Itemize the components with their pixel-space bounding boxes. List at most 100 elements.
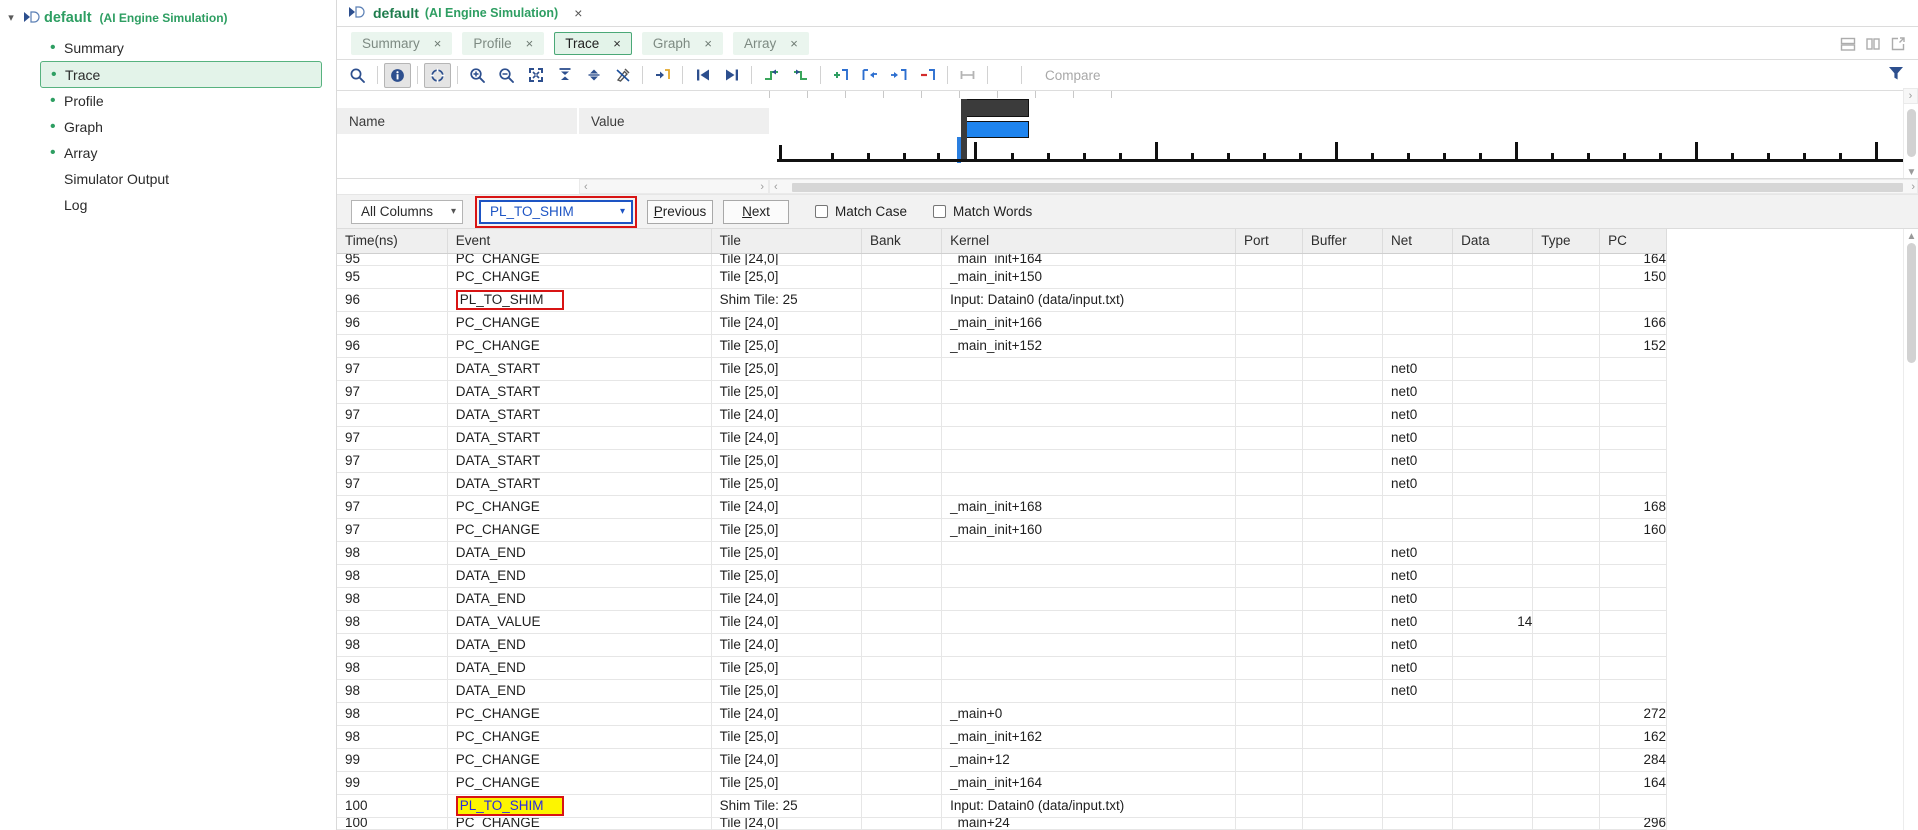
close-icon[interactable]: ×	[790, 36, 798, 51]
next-edge-icon[interactable]	[787, 63, 814, 88]
chevron-up-icon[interactable]: ▲	[1904, 229, 1918, 243]
close-icon[interactable]: ×	[704, 36, 712, 51]
table-row[interactable]: 98 PC_CHANGE Tile [24,0] _main+0 272	[337, 702, 1667, 726]
chevron-down-icon[interactable]: ▼	[1904, 165, 1918, 178]
zoom-out-icon[interactable]	[493, 63, 520, 88]
column-header-net[interactable]: Net	[1382, 229, 1454, 254]
table-row[interactable]: 96 PC_CHANGE Tile [25,0] _main_init+152 152	[337, 334, 1667, 358]
column-scope-dropdown[interactable]: All Columns ▾	[351, 199, 463, 224]
goto-marker-icon[interactable]	[649, 63, 676, 88]
table-row[interactable]: 96 PC_CHANGE Tile [24,0] _main_init+166 166	[337, 311, 1667, 335]
table-row[interactable]: 97 DATA_START Tile [25,0] net0	[337, 472, 1667, 496]
collapse-rows-icon[interactable]	[551, 63, 578, 88]
column-header-tile[interactable]: Tile	[711, 229, 862, 254]
waveform-column-value[interactable]: Value	[579, 108, 769, 134]
previous-edge-icon[interactable]	[758, 63, 785, 88]
chevron-left-icon[interactable]: ‹	[774, 181, 778, 193]
sidebar-item-log[interactable]: • Log	[40, 192, 322, 218]
tab-summary[interactable]: Summary ×	[351, 31, 453, 55]
scrollbar-thumb[interactable]	[1907, 109, 1916, 157]
checkbox-box[interactable]	[933, 205, 947, 218]
column-header-event[interactable]: Event	[447, 229, 712, 254]
table-row[interactable]: 97 DATA_START Tile [25,0] net0	[337, 357, 1667, 381]
close-icon[interactable]: ×	[434, 36, 442, 51]
column-header-bank[interactable]: Bank	[861, 229, 943, 254]
scrollbar-thumb[interactable]	[1907, 243, 1916, 363]
maximize-restore-icon[interactable]	[1890, 36, 1906, 52]
tab-profile[interactable]: Profile ×	[462, 31, 545, 55]
sidebar-item-summary[interactable]: • Summary	[40, 35, 322, 61]
waveform-canvas-hscrollbar[interactable]: ‹ ›	[769, 179, 1918, 194]
table-row[interactable]: 100 PL_TO_SHIM Shim Tile: 25 Input: Datain0…	[337, 794, 1667, 818]
table-row[interactable]: 98 DATA_VALUE Tile [24,0] net0 14	[337, 610, 1667, 634]
table-row[interactable]: 97 DATA_START Tile [25,0] net0	[337, 380, 1667, 404]
add-marker-icon[interactable]	[827, 63, 854, 88]
table-row[interactable]: 100 PC_CHANGE Tile [24,0] _main+24 296	[337, 817, 1667, 830]
table-row[interactable]: 97 DATA_START Tile [24,0] net0	[337, 403, 1667, 427]
table-row[interactable]: 97 DATA_START Tile [25,0] net0	[337, 449, 1667, 473]
split-vertical-icon[interactable]	[1865, 36, 1881, 52]
editor-tab-default[interactable]: default (AI Engine Simulation) ×	[347, 5, 582, 21]
column-header-port[interactable]: Port	[1235, 229, 1303, 254]
sidebar-item-trace[interactable]: • Trace	[40, 61, 322, 88]
chevron-left-icon[interactable]: ‹	[584, 181, 588, 193]
first-transition-icon[interactable]	[689, 63, 716, 88]
split-horizontal-icon[interactable]	[1840, 36, 1856, 52]
info-marker-icon[interactable]	[384, 62, 411, 88]
table-row[interactable]: 98 PC_CHANGE Tile [25,0] _main_init+162 162	[337, 725, 1667, 749]
column-header-kernel[interactable]: Kernel	[941, 229, 1237, 254]
search-icon[interactable]	[344, 63, 371, 88]
filter-icon[interactable]	[1887, 64, 1905, 82]
table-row[interactable]: 99 PC_CHANGE Tile [25,0] _main_init+164 164	[337, 771, 1667, 795]
sidebar-item-array[interactable]: • Array	[40, 140, 322, 166]
table-row[interactable]: 98 DATA_END Tile [24,0] net0	[337, 587, 1667, 611]
checkbox-box[interactable]	[815, 205, 828, 218]
table-row[interactable]: 98 DATA_END Tile [24,0] net0	[337, 633, 1667, 657]
chevron-right-icon[interactable]: ›	[760, 181, 764, 193]
match-case-checkbox[interactable]: Match Case	[815, 204, 907, 219]
scrollbar-thumb[interactable]	[792, 183, 1903, 192]
chevron-down-icon[interactable]: ▾	[4, 11, 18, 25]
expand-rows-icon[interactable]	[580, 63, 607, 88]
table-row[interactable]: 98 DATA_END Tile [25,0] net0	[337, 541, 1667, 565]
table-row[interactable]: 97 PC_CHANGE Tile [25,0] _main_init+160 160	[337, 518, 1667, 542]
zoom-in-icon[interactable]	[464, 63, 491, 88]
tab-graph[interactable]: Graph ×	[641, 31, 723, 55]
previous-button[interactable]: Previous	[647, 199, 713, 224]
match-words-checkbox[interactable]: Match Words	[933, 204, 1032, 219]
column-header-type[interactable]: Type	[1532, 229, 1601, 254]
column-header-data[interactable]: Data	[1452, 229, 1534, 254]
search-input[interactable]: PL_TO_SHIM ▾	[479, 199, 633, 224]
table-row[interactable]: 95 PC_CHANGE Tile [25,0] _main_init+150 150	[337, 265, 1667, 289]
table-row[interactable]: 96 PL_TO_SHIM Shim Tile: 25 Input: Datain0 …	[337, 288, 1667, 312]
column-header-time[interactable]: Time(ns)	[337, 229, 448, 254]
previous-marker-icon[interactable]	[856, 63, 883, 88]
compare-input[interactable]: Compare	[1039, 64, 1559, 86]
tree-root-default[interactable]: ▾ default (AI Engine Simulation)	[0, 6, 336, 30]
column-header-buffer[interactable]: Buffer	[1302, 229, 1384, 254]
waveform-name-hscrollbar[interactable]: ‹ ›	[579, 179, 769, 194]
target-marker-icon[interactable]	[424, 62, 451, 88]
sidebar-item-profile[interactable]: • Profile	[40, 88, 322, 114]
waveform-column-name[interactable]: Name	[337, 108, 577, 134]
sidebar-item-graph[interactable]: • Graph	[40, 114, 322, 140]
close-icon[interactable]: ×	[526, 36, 534, 51]
waveform-hscroll-end-arrow[interactable]: ›	[1903, 88, 1918, 104]
measure-icon[interactable]	[954, 63, 981, 88]
chevron-right-icon[interactable]: ›	[1911, 181, 1915, 193]
zoom-fit-icon[interactable]	[522, 63, 549, 88]
waveform-vertical-scrollbar[interactable]: ▲ ▼	[1903, 91, 1918, 178]
table-row[interactable]: 98 DATA_END Tile [25,0] net0	[337, 679, 1667, 703]
waveform-cursor-dark[interactable]	[961, 99, 967, 161]
last-transition-icon[interactable]	[718, 63, 745, 88]
table-vertical-scrollbar[interactable]: ▲	[1903, 229, 1918, 830]
remove-marker-icon[interactable]	[914, 63, 941, 88]
trace-table-scrollpane[interactable]: Time(ns) Event Tile Bank Kernel Port Buf…	[337, 229, 1903, 830]
close-icon[interactable]: ×	[613, 36, 621, 51]
next-marker-icon[interactable]	[885, 63, 912, 88]
table-row[interactable]: 95 PC_CHANGE Tile [24,0] _main_init+164 164	[337, 253, 1667, 266]
table-row[interactable]: 97 PC_CHANGE Tile [24,0] _main_init+168 168	[337, 495, 1667, 519]
tab-array[interactable]: Array ×	[732, 31, 809, 55]
sidebar-item-simulator-output[interactable]: • Simulator Output	[40, 166, 322, 192]
table-row[interactable]: 98 DATA_END Tile [25,0] net0	[337, 564, 1667, 588]
